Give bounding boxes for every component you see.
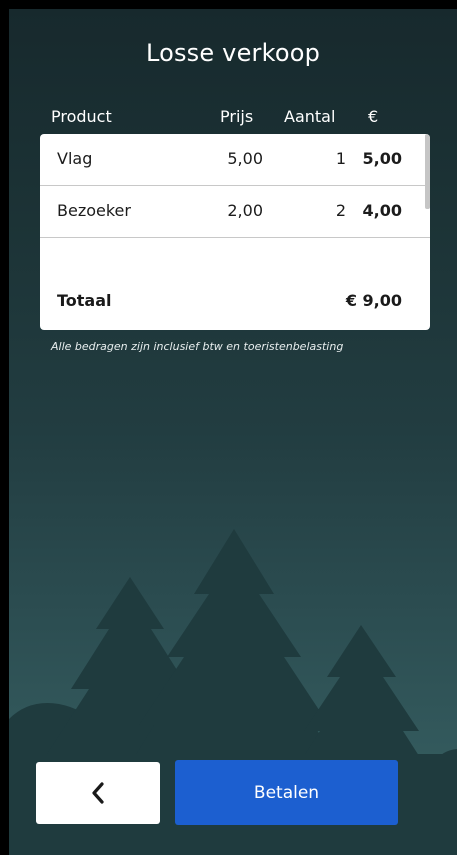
- total-label: Totaal: [57, 291, 112, 310]
- page-title: Losse verkoop: [145, 39, 321, 67]
- item-total: 4,00: [362, 201, 402, 220]
- item-price: 5,00: [227, 149, 263, 168]
- item-quantity: 1: [335, 149, 346, 168]
- total-row: Totaal € 9,00: [40, 289, 430, 319]
- table-scrollbar[interactable]: [425, 134, 430, 209]
- column-header-product: Product: [51, 107, 112, 126]
- item-quantity: 2: [335, 201, 346, 220]
- order-table[interactable]: Vlag 5,00 1 5,00 Bezoeker 2,00 2 4,00 To…: [40, 134, 430, 330]
- table-row[interactable]: Vlag 5,00 1 5,00: [40, 134, 430, 186]
- pay-button[interactable]: Betalen: [175, 760, 398, 825]
- column-header-quantity: Aantal: [284, 107, 336, 126]
- chevron-left-icon: [92, 782, 104, 804]
- tax-note: Alle bedragen zijn inclusief btw en toer…: [51, 340, 344, 353]
- total-value: € 9,00: [345, 291, 402, 310]
- item-total: 5,00: [362, 149, 402, 168]
- item-name: Bezoeker: [57, 201, 131, 220]
- item-name: Vlag: [57, 149, 93, 168]
- item-price: 2,00: [227, 201, 263, 220]
- column-header-currency: €: [368, 107, 379, 126]
- column-header-price: Prijs: [220, 107, 254, 126]
- back-button[interactable]: [36, 762, 160, 824]
- table-row[interactable]: Bezoeker 2,00 2 4,00: [40, 186, 430, 238]
- app-screen: Losse verkoop Product Prijs Aantal € Vla…: [9, 9, 457, 855]
- table-column-headers: Product Prijs Aantal €: [9, 107, 457, 129]
